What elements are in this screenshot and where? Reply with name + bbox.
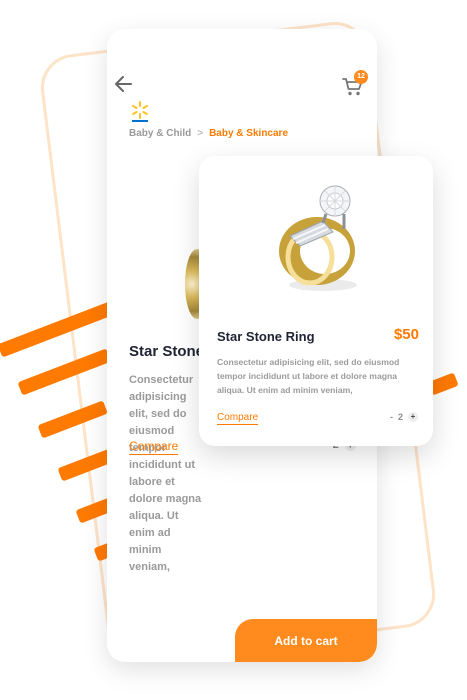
card-quantity-stepper: - 2 + [390, 412, 418, 422]
product-description: Consectetur adipisicing elit, sed do eiu… [129, 374, 202, 573]
breadcrumb-item-baby-skincare[interactable]: Baby & Skincare [209, 128, 288, 139]
card-product-title: Star Stone Ring [217, 329, 315, 344]
product-detail-showcase: 12 Baby & Child > Baby & Skincare Star S… [0, 0, 467, 700]
add-to-cart-button[interactable]: Add to cart [235, 619, 377, 662]
breadcrumb: Baby & Child > Baby & Skincare [129, 128, 288, 139]
floating-product-card: Star Stone Ring $50 Consectetur adipisic… [199, 156, 433, 446]
arrow-left-icon[interactable] [113, 73, 135, 95]
breadcrumb-item-baby-child[interactable]: Baby & Child [129, 128, 191, 139]
breadcrumb-separator: > [197, 128, 204, 139]
cart-count-badge: 12 [354, 70, 368, 84]
card-quantity-increase-button[interactable]: + [408, 412, 418, 422]
walmart-logo [129, 101, 151, 125]
card-quantity-decrease-button[interactable]: - [390, 412, 393, 422]
card-compare-link[interactable]: Compare [217, 412, 259, 425]
card-quantity-value: 2 [397, 412, 403, 422]
compare-link[interactable]: Compare [129, 439, 179, 455]
product-title: Star Stone Ring [129, 343, 205, 360]
add-to-cart-label: Add to cart [274, 633, 338, 648]
card-product-description: Consectetur adipisicing elit, sed do eiu… [217, 357, 400, 395]
ring-product-image [267, 179, 375, 295]
card-product-price: $50 [393, 326, 419, 343]
